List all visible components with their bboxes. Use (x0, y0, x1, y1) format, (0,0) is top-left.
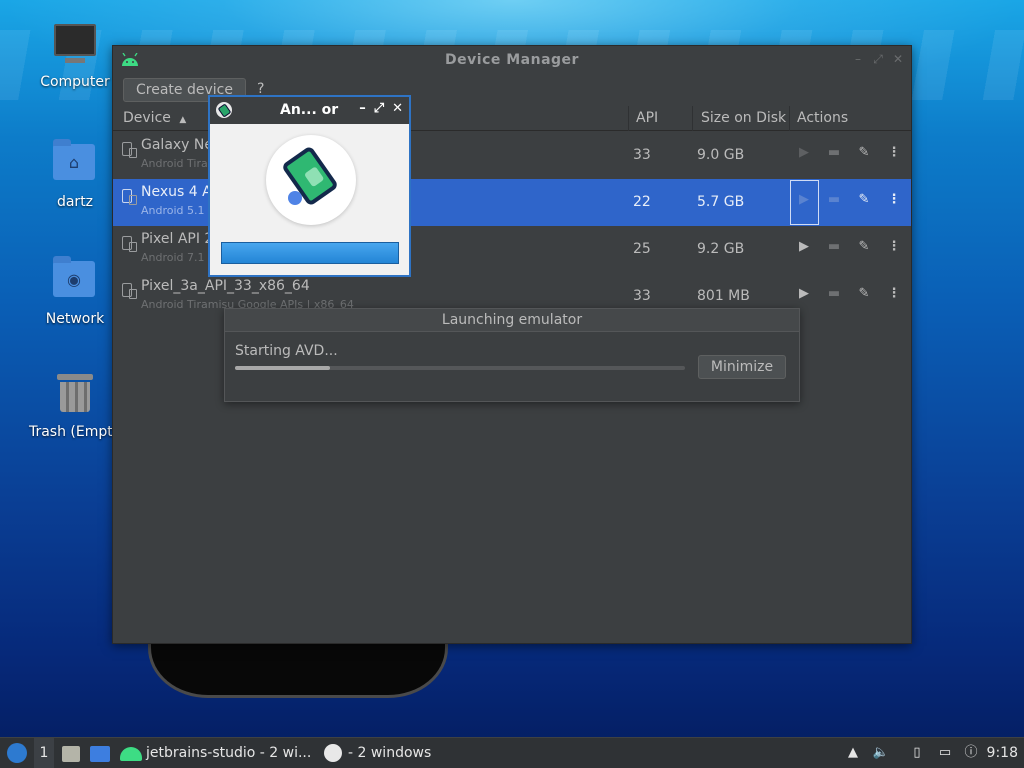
play-icon[interactable]: ▶ (795, 145, 813, 165)
column-header-actions: Actions (797, 110, 849, 126)
desktop-icon-trash[interactable]: Trash (Empty (25, 374, 125, 440)
folder-icon[interactable]: ▬ (825, 239, 843, 259)
device-size: 9.0 GB (697, 147, 745, 163)
device-api: 33 (633, 288, 651, 304)
column-header-api[interactable]: API (636, 110, 658, 126)
column-header-device[interactable]: Device ▲ (123, 110, 186, 126)
splash-title: An... or (280, 102, 339, 118)
trash-icon (53, 374, 97, 418)
network-icon[interactable]: ▭ (936, 744, 954, 762)
desktop-icon-network[interactable]: ◉ Network (25, 256, 125, 327)
launching-emulator-dialog: Launching emulator Starting AVD... Minim… (224, 308, 800, 402)
network-folder-icon: ◉ (53, 256, 97, 305)
folder-icon[interactable]: ▬ (825, 286, 843, 306)
clock[interactable]: 9:18 (987, 738, 1018, 768)
volume-icon[interactable]: 🔈 (872, 744, 890, 762)
progress-fill (235, 366, 330, 370)
android-emulator-logo-icon (266, 135, 356, 225)
edit-icon[interactable]: ✎ (855, 145, 873, 165)
device-name: Pixel API 2 (141, 231, 214, 247)
maximize-icon[interactable]: ⤢ (871, 52, 885, 67)
device-api: 33 (633, 147, 651, 163)
desktop-icon-label: Computer (40, 74, 110, 90)
device-name: Nexus 4 A (141, 184, 212, 200)
play-icon[interactable]: ▶ (795, 239, 813, 259)
tray-arrow-icon[interactable]: ▲ (844, 744, 862, 762)
progress-bar (235, 366, 685, 370)
task-label: - 2 windows (348, 745, 432, 761)
emulator-splash-window: An... or – ⤢ ✕ (208, 95, 411, 277)
device-size: 9.2 GB (697, 241, 745, 257)
file-manager-launcher[interactable] (62, 738, 82, 768)
dialog-title: Launching emulator (225, 309, 799, 332)
desktop-icon-label: Network (45, 311, 105, 327)
close-icon[interactable]: ✕ (891, 52, 905, 67)
desktop-icon-label: dartz (56, 194, 94, 210)
clipboard-icon[interactable]: ▯ (908, 744, 926, 762)
device-size: 801 MB (697, 288, 750, 304)
device-icon (122, 283, 137, 299)
edit-icon[interactable]: ✎ (855, 286, 873, 306)
taskbar: 1 jetbrains-studio - 2 wi... - 2 windows… (0, 737, 1024, 768)
more-icon[interactable]: ⋮ (885, 286, 903, 306)
dialog-status: Starting AVD... (235, 343, 338, 359)
phone-wallpaper-shape (148, 636, 448, 698)
more-icon[interactable]: ⋮ (885, 239, 903, 259)
maximize-icon[interactable]: ⤢ (374, 101, 384, 116)
more-icon[interactable]: ⋮ (885, 145, 903, 165)
edit-icon[interactable]: ✎ (855, 192, 873, 212)
device-name: Galaxy Ne (141, 137, 214, 153)
window-title: Device Manager (445, 52, 579, 68)
play-icon[interactable]: ▶ (795, 192, 813, 212)
update-notifier-icon[interactable]: ⓘ (962, 744, 980, 762)
close-icon[interactable]: ✕ (392, 101, 403, 116)
minimize-button[interactable]: Minimize (698, 355, 786, 379)
more-icon[interactable]: ⋮ (885, 192, 903, 212)
desktop-icon-computer[interactable]: Computer (25, 24, 125, 90)
show-desktop-button[interactable] (90, 738, 112, 768)
computer-icon (53, 24, 97, 68)
device-icon (122, 142, 137, 158)
desktop-icon-label: Trash (Empty (28, 424, 122, 440)
minimize-icon[interactable]: – (851, 52, 865, 67)
splash-progress-bar (221, 242, 399, 264)
device-size: 5.7 GB (697, 194, 745, 210)
device-api: 22 (633, 194, 651, 210)
android-icon (120, 747, 142, 761)
column-header-size[interactable]: Size on Disk (701, 110, 786, 126)
device-name: Pixel_3a_API_33_x86_64 (141, 278, 310, 294)
desktop-icon-home[interactable]: ⌂ dartz (25, 139, 125, 210)
splash-titlebar[interactable]: An... or – ⤢ ✕ (210, 97, 409, 124)
desktop-icon (90, 746, 110, 762)
file-manager-icon (62, 746, 80, 762)
device-icon (122, 236, 137, 252)
window-titlebar[interactable]: Device Manager – ⤢ ✕ (113, 46, 911, 76)
device-subtitle: Android 5.1 (141, 204, 205, 217)
emulator-icon (216, 102, 232, 118)
minimize-icon[interactable]: – (359, 101, 366, 116)
play-icon[interactable]: ▶ (795, 286, 813, 306)
home-folder-icon: ⌂ (53, 139, 97, 188)
folder-icon[interactable]: ▬ (825, 192, 843, 212)
sort-ascending-icon: ▲ (179, 115, 187, 125)
device-api: 25 (633, 241, 651, 257)
edit-icon[interactable]: ✎ (855, 239, 873, 259)
device-icon (122, 189, 137, 205)
workspace-switcher[interactable]: 1 (34, 738, 54, 768)
device-subtitle: Android Tira (141, 157, 208, 170)
start-menu-button[interactable] (4, 738, 28, 768)
task-label: jetbrains-studio - 2 wi... (146, 745, 312, 761)
device-subtitle: Android 7.1 (141, 251, 205, 264)
emulator-icon (324, 744, 342, 762)
taskbar-task-jetbrains[interactable]: jetbrains-studio - 2 wi... (120, 738, 312, 768)
taskbar-task-emulator[interactable]: - 2 windows (322, 738, 432, 768)
folder-icon[interactable]: ▬ (825, 145, 843, 165)
distro-logo-icon (7, 743, 27, 763)
